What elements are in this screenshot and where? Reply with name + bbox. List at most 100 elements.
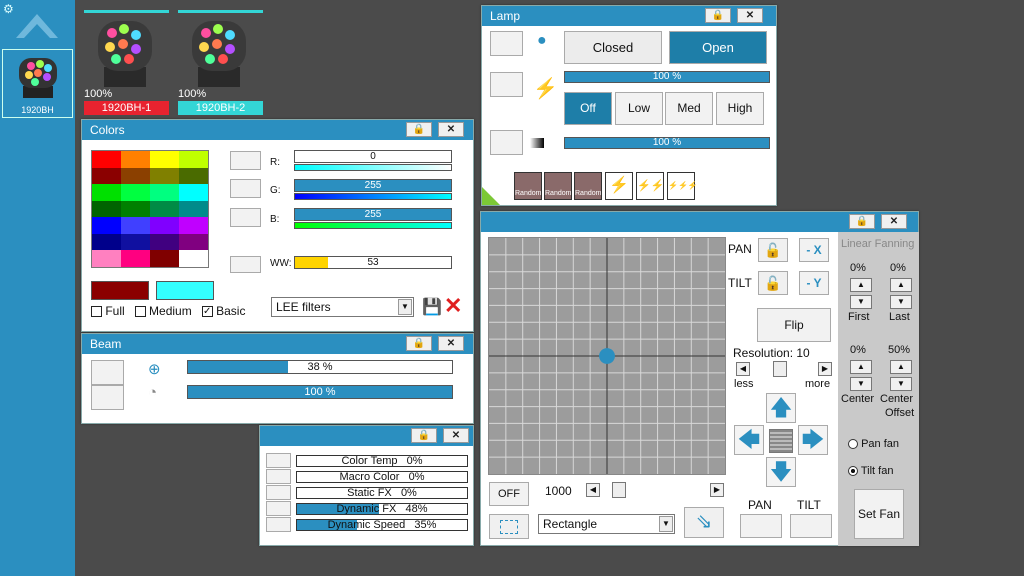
fx-button-2[interactable] xyxy=(266,469,291,484)
fixture-tile-2[interactable]: 100% 1920BH-2 xyxy=(178,10,263,116)
strobe-slow-button[interactable]: ⚡ xyxy=(605,172,633,200)
lock-icon[interactable]: 🔒 xyxy=(411,428,437,443)
high-button[interactable]: High xyxy=(716,92,764,125)
color-swatch[interactable] xyxy=(121,167,150,185)
fx-title-bar[interactable]: 🔒 ✕ xyxy=(260,426,473,446)
resize-grip-icon[interactable] xyxy=(482,187,500,205)
selection-rect-icon[interactable] xyxy=(489,514,529,539)
color-swatch[interactable] xyxy=(92,151,121,168)
nudge-left-button[interactable]: 🡄 xyxy=(734,425,764,455)
color-swatch[interactable] xyxy=(179,200,208,218)
color-swatch[interactable] xyxy=(121,250,150,267)
pan-tilt-title-bar[interactable]: 🔒 ✕ xyxy=(481,212,918,232)
center-increase-arrow[interactable]: ▲ xyxy=(850,360,872,374)
color-swatch[interactable] xyxy=(92,184,121,201)
run-shape-button[interactable]: ⇘ xyxy=(684,507,724,538)
pan-lock-icon[interactable]: 🔓 xyxy=(758,238,788,262)
color-swatch[interactable] xyxy=(121,151,150,168)
med-button[interactable]: Med xyxy=(665,92,713,125)
fx-button-1[interactable] xyxy=(266,453,291,468)
tilt-value-button[interactable] xyxy=(790,514,832,538)
shape-select[interactable]: Rectangle ▼ xyxy=(538,514,675,534)
close-icon[interactable]: ✕ xyxy=(737,8,763,23)
closed-button[interactable]: Closed xyxy=(564,31,662,64)
random-strobe-button-2[interactable]: Random xyxy=(544,172,572,200)
color-swatch[interactable] xyxy=(121,200,150,218)
previous-color-swatch[interactable] xyxy=(91,281,149,300)
resolution-decrease-arrow[interactable]: ◀ xyxy=(736,362,750,376)
chevron-down-icon[interactable]: ▼ xyxy=(659,516,673,532)
save-icon[interactable]: 💾 xyxy=(422,297,442,317)
color-swatch[interactable] xyxy=(150,200,179,218)
close-icon[interactable]: ✕ xyxy=(443,428,469,443)
nudge-down-button[interactable]: 🡇 xyxy=(766,457,796,487)
ww-preset-button[interactable] xyxy=(230,256,261,273)
color-swatch[interactable] xyxy=(92,217,121,234)
last-decrease-arrow[interactable]: ▼ xyxy=(890,295,912,309)
fx-button-3[interactable] xyxy=(266,485,291,500)
close-icon[interactable]: ✕ xyxy=(881,214,907,229)
medium-checkbox[interactable] xyxy=(134,306,146,318)
color-swatch[interactable] xyxy=(179,184,208,201)
nudge-right-button[interactable]: 🡆 xyxy=(798,425,828,455)
static-fx-slider[interactable]: Static FX 0% xyxy=(296,487,468,499)
blue-preset-button[interactable] xyxy=(230,208,261,227)
green-preset-button[interactable] xyxy=(230,179,261,198)
beam-preset-button-1[interactable] xyxy=(91,360,124,385)
close-icon[interactable]: ✕ xyxy=(438,122,464,137)
beam-title-bar[interactable]: Beam 🔒 ✕ xyxy=(82,334,473,354)
color-swatch[interactable] xyxy=(150,151,179,168)
gear-icon[interactable]: ⚙ xyxy=(3,2,14,16)
tilt-lock-icon[interactable]: 🔓 xyxy=(758,271,788,295)
center-position-button[interactable] xyxy=(769,429,793,453)
resolution-increase-arrow[interactable]: ▶ xyxy=(818,362,832,376)
lock-icon[interactable]: 🔒 xyxy=(705,8,731,23)
ww-slider[interactable]: 53 xyxy=(294,256,452,269)
pan-tilt-grid[interactable] xyxy=(488,237,726,475)
strobe-slider[interactable]: 100 % xyxy=(564,71,770,83)
fx-button-4[interactable] xyxy=(266,501,291,516)
offset-increase-arrow[interactable]: ▲ xyxy=(890,360,912,374)
chevron-up-icon[interactable] xyxy=(14,8,60,42)
color-swatch[interactable] xyxy=(150,184,179,201)
strobe-fast-button[interactable]: ⚡⚡⚡ xyxy=(667,172,698,200)
random-strobe-button-1[interactable]: Random xyxy=(514,172,542,200)
lock-icon[interactable]: 🔒 xyxy=(406,336,432,351)
lamp-title-bar[interactable]: Lamp 🔒 ✕ xyxy=(482,6,776,26)
pan-fan-radio[interactable] xyxy=(848,439,858,450)
shutter-preset-button[interactable] xyxy=(490,31,523,56)
pan-value-button[interactable] xyxy=(740,514,782,538)
dimmer-slider[interactable]: 100 % xyxy=(564,137,770,149)
flip-button[interactable]: Flip xyxy=(757,308,831,342)
color-swatch[interactable] xyxy=(150,167,179,185)
color-swatch[interactable] xyxy=(179,250,208,267)
focus-slider[interactable]: 100 % xyxy=(187,385,453,399)
random-strobe-button-3[interactable]: Random xyxy=(574,172,602,200)
nudge-up-button[interactable]: 🡅 xyxy=(766,393,796,423)
fixture-tile-1[interactable]: 100% 1920BH-1 xyxy=(84,10,169,116)
lock-icon[interactable]: 🔒 xyxy=(406,122,432,137)
color-temp-slider[interactable]: Color Temp 0% xyxy=(296,455,468,467)
dimmer-preset-button[interactable] xyxy=(490,130,523,155)
blue-slider[interactable]: 255 xyxy=(294,208,452,221)
red-preset-button[interactable] xyxy=(230,151,261,170)
beam-preset-button-2[interactable] xyxy=(91,385,124,410)
color-swatch[interactable] xyxy=(121,184,150,201)
color-swatch[interactable] xyxy=(179,151,208,168)
chevron-down-icon[interactable]: ▼ xyxy=(398,299,412,315)
close-icon[interactable]: ✕ xyxy=(438,336,464,351)
color-swatch[interactable] xyxy=(179,167,208,185)
basic-checkbox[interactable]: ✓ xyxy=(201,306,213,318)
fixture-group-tile[interactable]: 1920BH xyxy=(2,49,73,118)
pan-fan-option[interactable]: Pan fan xyxy=(848,438,899,450)
color-swatch[interactable] xyxy=(150,233,179,251)
off-button[interactable]: OFF xyxy=(489,482,529,506)
open-button[interactable]: Open xyxy=(669,31,767,64)
speed-increase-arrow[interactable]: ▶ xyxy=(710,483,724,497)
macro-color-slider[interactable]: Macro Color 0% xyxy=(296,471,468,483)
first-increase-arrow[interactable]: ▲ xyxy=(850,278,872,292)
delete-icon[interactable]: ✕ xyxy=(444,293,462,319)
tilt-fan-option[interactable]: Tilt fan xyxy=(848,465,893,477)
offset-decrease-arrow[interactable]: ▼ xyxy=(890,377,912,391)
off-button[interactable]: Off xyxy=(564,92,612,125)
